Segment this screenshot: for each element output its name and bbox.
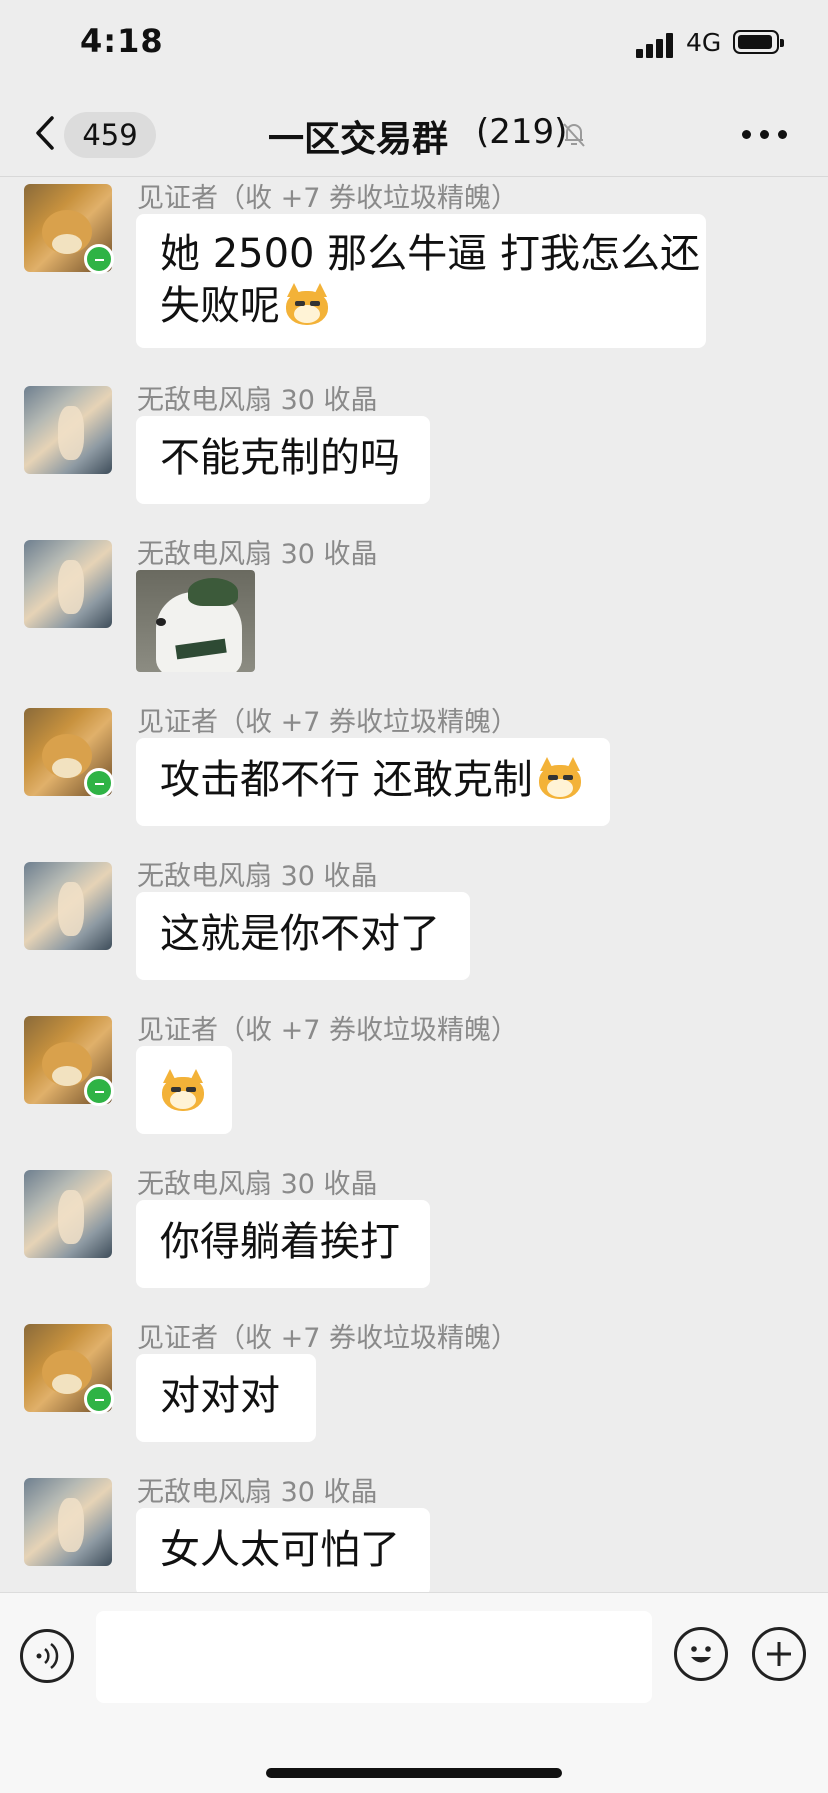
chevron-left-icon — [36, 116, 54, 150]
online-status-icon — [84, 1076, 114, 1106]
doge-emoji — [160, 1069, 206, 1111]
message-text: 你得躺着挨打 — [160, 1219, 400, 1265]
status-bar: 4:18 4G — [0, 0, 828, 92]
voice-button[interactable] — [20, 1629, 74, 1683]
status-time: 4:18 — [80, 22, 164, 60]
input-bar — [0, 1592, 828, 1793]
avatar[interactable] — [24, 386, 112, 474]
back-button[interactable] — [28, 108, 68, 158]
message-text: 攻击都不行 还敢克制 — [160, 757, 533, 803]
message-bubble[interactable]: 不能克制的吗 — [136, 416, 430, 504]
sender-name: 无敌电风扇 30 收晶 — [137, 1169, 378, 1200]
smiley-icon — [691, 1646, 711, 1663]
network-type: 4G — [686, 28, 722, 57]
avatar[interactable] — [24, 862, 112, 950]
sender-name: 见证者（收 +7 券收垃圾精魄） — [137, 707, 518, 738]
message-bubble[interactable]: 女人太可怕了 — [136, 1508, 430, 1596]
avatar[interactable] — [24, 540, 112, 628]
voice-icon — [36, 1643, 59, 1669]
message-text: 失败呢 — [160, 280, 682, 332]
sender-name: 无敌电风扇 30 收晶 — [137, 385, 378, 416]
message-bubble[interactable]: 对对对 — [136, 1354, 316, 1442]
online-status-icon — [84, 244, 114, 274]
more-button[interactable] — [742, 130, 788, 140]
sender-name: 无敌电风扇 30 收晶 — [137, 539, 378, 570]
sender-name: 无敌电风扇 30 收晶 — [137, 861, 378, 892]
sender-name: 见证者（收 +7 券收垃圾精魄） — [137, 1015, 518, 1046]
doge-emoji — [537, 757, 583, 799]
member-count: (219) — [476, 112, 568, 152]
dog-in-hat-sticker[interactable] — [136, 570, 255, 672]
chat-header: 459 一区交易群 (219) — [0, 92, 828, 177]
plus-button[interactable] — [752, 1627, 806, 1681]
sender-name: 无敌电风扇 30 收晶 — [137, 1477, 378, 1508]
message-bubble[interactable]: 攻击都不行 还敢克制 — [136, 738, 610, 826]
message-text: 女人太可怕了 — [160, 1527, 400, 1573]
avatar[interactable] — [24, 1478, 112, 1566]
avatar[interactable] — [24, 1170, 112, 1258]
online-status-icon — [84, 1384, 114, 1414]
message-text: 她 2500 那么牛逼 打我怎么还 — [160, 231, 700, 277]
chat-title: 一区交易群 — [268, 119, 449, 160]
bell-slash-icon — [558, 118, 590, 150]
home-indicator[interactable] — [266, 1768, 562, 1778]
battery-icon — [733, 30, 784, 54]
message-text: 不能克制的吗 — [160, 435, 400, 481]
sender-name: 见证者（收 +7 券收垃圾精魄） — [137, 183, 518, 214]
message-bubble[interactable]: 这就是你不对了 — [136, 892, 470, 980]
message-text: 对对对 — [160, 1373, 280, 1419]
message-bubble[interactable] — [136, 1046, 232, 1134]
plus-icon — [767, 1642, 791, 1666]
doge-emoji — [284, 283, 330, 325]
sender-name: 见证者（收 +7 券收垃圾精魄） — [137, 1323, 518, 1354]
emoji-button[interactable] — [674, 1627, 728, 1681]
message-bubble[interactable]: 你得躺着挨打 — [136, 1200, 430, 1288]
message-input[interactable] — [96, 1611, 652, 1703]
unread-badge[interactable]: 459 — [64, 112, 156, 158]
message-text: 这就是你不对了 — [160, 911, 440, 957]
signal-icon — [636, 32, 676, 58]
online-status-icon — [84, 768, 114, 798]
message-bubble[interactable]: 她 2500 那么牛逼 打我怎么还 失败呢 — [136, 214, 706, 348]
